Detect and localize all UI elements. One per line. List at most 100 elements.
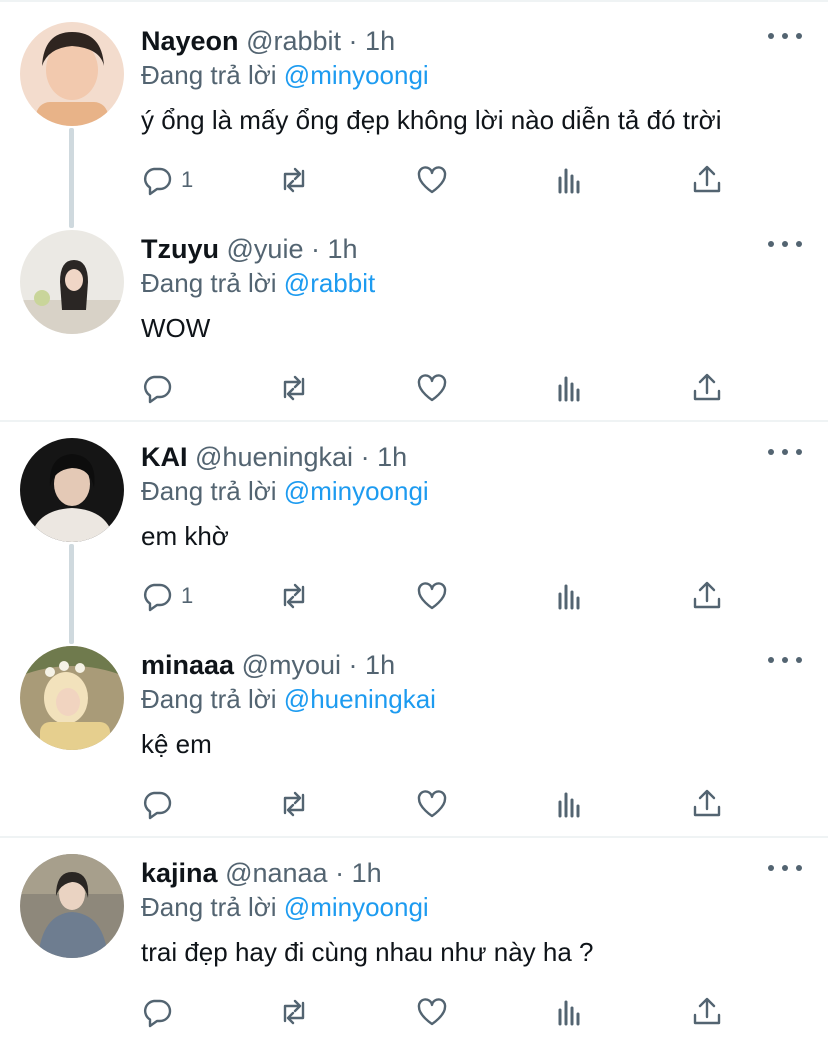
user-handle[interactable]: @myoui [242, 650, 341, 680]
action-bar: 1 [0, 160, 828, 200]
avatar-image [20, 22, 124, 126]
replying-label: Đang trả lời [141, 476, 277, 506]
like-button[interactable] [416, 368, 448, 408]
share-button[interactable] [691, 784, 723, 824]
tweet-text: ý ổng là mấy ổng đẹp không lời nào diễn … [141, 105, 722, 135]
replying-label: Đang trả lời [141, 684, 277, 714]
retweet-icon [283, 791, 305, 817]
more-icon[interactable] [768, 26, 802, 46]
share-button[interactable] [691, 160, 723, 200]
like-button[interactable] [416, 160, 448, 200]
tweet[interactable]: minaaa @myoui · 1h Đang trả lời @huening… [0, 624, 828, 836]
reply-button[interactable] [141, 784, 181, 824]
share-button[interactable] [691, 368, 723, 408]
reply-icon [143, 583, 172, 612]
action-bar [0, 784, 828, 824]
timestamp[interactable]: 1h [377, 442, 407, 472]
tweet[interactable]: KAI @hueningkai · 1h Đang trả lời @minyo… [0, 416, 828, 644]
avatar[interactable] [20, 854, 124, 958]
analytics-icon [558, 168, 580, 194]
avatar[interactable] [20, 22, 124, 126]
tweet[interactable]: Tzuyu @yuie · 1h Đang trả lời @rabbit WO… [0, 208, 828, 420]
replying-to: Đang trả lời @hueningkai [141, 682, 436, 716]
timestamp[interactable]: 1h [352, 858, 382, 888]
analytics-icon [558, 1000, 580, 1026]
action-bar [0, 368, 828, 408]
retweet-button[interactable] [278, 784, 310, 824]
replying-to: Đang trả lời @minyoongi [141, 58, 429, 92]
more-icon[interactable] [768, 650, 802, 670]
analytics-button[interactable] [554, 160, 586, 200]
user-handle[interactable]: @yuie [227, 234, 304, 264]
tweet[interactable]: Nayeon @rabbit · 1h Đang trả lời @minyoo… [0, 0, 828, 228]
avatar[interactable] [20, 438, 124, 542]
analytics-button[interactable] [554, 784, 586, 824]
display-name[interactable]: Tzuyu [141, 234, 219, 264]
display-name[interactable]: minaaa [141, 650, 234, 680]
replying-to: Đang trả lời @minyoongi [141, 474, 429, 508]
reply-to-handle[interactable]: @minyoongi [284, 60, 429, 90]
display-name[interactable]: kajina [141, 858, 218, 888]
user-handle[interactable]: @nanaa [225, 858, 328, 888]
tweet-text: WOW [141, 313, 211, 343]
like-icon [417, 374, 447, 402]
display-name[interactable]: Nayeon [141, 26, 239, 56]
timestamp[interactable]: 1h [328, 234, 358, 264]
reply-button[interactable]: 1 [141, 160, 193, 200]
like-button[interactable] [416, 576, 448, 616]
retweet-button[interactable] [278, 992, 310, 1032]
tweet[interactable]: kajina @nanaa · 1h Đang trả lời @minyoon… [0, 832, 828, 1047]
avatar-image [20, 646, 124, 750]
reply-count: 1 [181, 167, 194, 192]
analytics-button[interactable] [554, 992, 586, 1032]
reply-count: 1 [181, 583, 194, 608]
tweet-feed: Nayeon @rabbit · 1h Đang trả lời @minyoo… [0, 0, 828, 1047]
replying-label: Đang trả lời [141, 892, 277, 922]
replying-to: Đang trả lời @minyoongi [141, 890, 429, 924]
reply-to-handle[interactable]: @hueningkai [284, 684, 436, 714]
avatar[interactable] [20, 646, 124, 750]
tweet-header: KAI @hueningkai · 1h [141, 440, 407, 474]
like-button[interactable] [416, 992, 448, 1032]
avatar[interactable] [20, 230, 124, 334]
replying-label: Đang trả lời [141, 60, 277, 90]
timestamp[interactable]: 1h [365, 26, 395, 56]
analytics-button[interactable] [554, 576, 586, 616]
tweet-header: kajina @nanaa · 1h [141, 856, 382, 890]
tweet-header: Nayeon @rabbit · 1h [141, 24, 395, 58]
separator-dot: · [310, 234, 320, 264]
replying-to: Đang trả lời @rabbit [141, 266, 375, 300]
more-icon[interactable] [768, 234, 802, 254]
more-icon[interactable] [768, 858, 802, 878]
action-bar: 1 [0, 576, 828, 616]
reply-to-handle[interactable]: @rabbit [284, 268, 375, 298]
retweet-button[interactable] [278, 368, 310, 408]
replying-label: Đang trả lời [141, 268, 277, 298]
retweet-button[interactable] [278, 160, 310, 200]
retweet-button[interactable] [278, 576, 310, 616]
share-button[interactable] [691, 992, 723, 1032]
timestamp[interactable]: 1h [365, 650, 395, 680]
retweet-icon [283, 375, 305, 401]
reply-button[interactable] [141, 368, 181, 408]
analytics-icon [558, 792, 580, 818]
like-icon [417, 998, 447, 1026]
reply-to-handle[interactable]: @minyoongi [284, 476, 429, 506]
more-icon[interactable] [768, 442, 802, 462]
separator-dot: · [348, 26, 358, 56]
reply-button[interactable]: 1 [141, 576, 193, 616]
retweet-icon [283, 167, 305, 193]
share-icon [693, 789, 721, 817]
reply-button[interactable] [141, 992, 181, 1032]
avatar-image [20, 230, 124, 334]
user-handle[interactable]: @hueningkai [195, 442, 353, 472]
share-button[interactable] [691, 576, 723, 616]
analytics-button[interactable] [554, 368, 586, 408]
display-name[interactable]: KAI [141, 442, 188, 472]
user-handle[interactable]: @rabbit [246, 26, 341, 56]
reply-icon [143, 791, 172, 820]
reply-icon [143, 999, 172, 1028]
reply-to-handle[interactable]: @minyoongi [284, 892, 429, 922]
share-icon [693, 165, 721, 193]
like-button[interactable] [416, 784, 448, 824]
